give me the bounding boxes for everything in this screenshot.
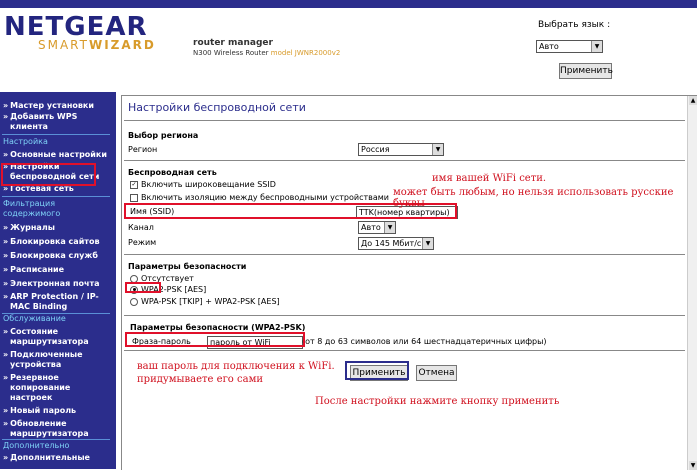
divider (2, 439, 110, 440)
sidebar-item-backup-cont1[interactable]: копирование (10, 383, 116, 392)
arrow-icon: » (3, 150, 9, 159)
arrow-icon: » (3, 237, 9, 246)
sidebar-section-advanced: Дополнительно (3, 441, 70, 450)
arrow-icon: » (3, 101, 9, 110)
sidebar-item-email[interactable]: » Электронная почта (3, 279, 111, 288)
divider (2, 134, 110, 135)
sidebar-item-new-password[interactable]: » Новый пароль (3, 406, 111, 415)
pass-note-line1: ваш пароль для подключения к WiFi. (137, 361, 335, 372)
arrow-icon: » (3, 350, 9, 359)
sidebar-item-router-status[interactable]: » Состояние (3, 327, 111, 336)
divider (2, 196, 110, 197)
region-select-value: Россия (361, 145, 390, 154)
wireless-section-label: Беспроводная сеть (128, 168, 217, 177)
divider (124, 350, 685, 351)
sidebar-item-add-wps-cont[interactable]: клиента (10, 122, 116, 131)
highlight-wpa2-radio (125, 282, 161, 293)
header: NETGEAR SMARTWIZARD router manager N300 … (0, 8, 697, 92)
arrow-icon: » (3, 406, 9, 415)
mode-select[interactable]: До 145 Мбит/с ▼ (358, 237, 434, 250)
ssid-note-line1: имя вашей WiFi сети. (432, 173, 547, 184)
sidebar-item-update-cont[interactable]: маршрутизатора (10, 429, 116, 438)
page-title: Настройки беспроводной сети (128, 101, 306, 114)
language-select-value: Авто (539, 42, 559, 51)
channel-select-value: Авто (361, 223, 381, 232)
sidebar-item-schedule[interactable]: » Расписание (3, 265, 111, 274)
sidebar-item-backup-cont2[interactable]: настроек (10, 393, 116, 402)
chevron-down-icon: ▼ (384, 222, 395, 233)
arrow-icon: » (3, 223, 9, 232)
sidebar-section-filter: Фильтрация (3, 199, 56, 208)
top-bar (0, 0, 697, 8)
sidebar-item-arp[interactable]: » ARP Protection / IP- (3, 292, 111, 301)
sidebar-item-block-services[interactable]: » Блокировка служб (3, 251, 111, 260)
highlight-sidebar-wireless (1, 163, 96, 186)
model-line: N300 Wireless Router model JWNR2000v2 (193, 49, 341, 57)
arrow-icon: » (3, 453, 9, 462)
highlight-passphrase (125, 332, 305, 347)
sidebar-item-backup[interactable]: » Резервное (3, 373, 111, 382)
sidebar-item-attached-devices-cont[interactable]: устройства (10, 360, 116, 369)
sidebar-item-arp-cont[interactable]: MAC Binding (10, 302, 116, 311)
sidebar-item-block-sites[interactable]: » Блокировка сайтов (3, 237, 111, 246)
wpa2-section-label: Параметры безопасности (WPA2-PSK) (130, 323, 306, 332)
cancel-button[interactable]: Отмена (416, 365, 457, 381)
arrow-icon: » (3, 292, 9, 301)
mode-label: Режим (128, 238, 157, 247)
chevron-down-icon: ▼ (422, 238, 433, 249)
sidebar-item-update[interactable]: » Обновление (3, 419, 111, 428)
pass-note-line2: придумываете его сами (137, 374, 264, 385)
channel-select[interactable]: Авто ▼ (358, 221, 396, 234)
language-label: Выбрать язык : (538, 20, 611, 30)
sidebar-section-filter-cont: содержимого (3, 209, 61, 218)
divider (124, 254, 685, 255)
sidebar-item-add-wps[interactable]: » Добавить WPS (3, 112, 111, 121)
region-label: Регион (128, 145, 158, 154)
arrow-icon: » (3, 279, 9, 288)
ssid-note-line2: может быть любым, но нельзя использовать… (393, 187, 674, 209)
highlight-apply-button (345, 361, 409, 380)
sidebar: » Мастер установки » Добавить WPS клиента … (0, 92, 116, 469)
arrow-icon: » (3, 251, 9, 260)
channel-label: Канал (128, 223, 154, 232)
passphrase-hint: (от 8 до 63 символов или 64 шестнадцатер… (302, 337, 547, 346)
router-manager-label: router manager (193, 38, 273, 48)
apply-language-button[interactable]: Применить (559, 63, 613, 79)
isolation-checkbox[interactable] (130, 193, 138, 202)
arrow-icon: » (3, 327, 9, 336)
sec-mixed-row[interactable]: WPA-PSK [TKIP] + WPA2-PSK [AES] (130, 297, 280, 306)
arrow-icon: » (3, 419, 9, 428)
arrow-icon: » (3, 265, 9, 274)
apply-note: После настройки нажмите кнопку применить (315, 396, 560, 407)
region-section-label: Выбор региона (128, 131, 199, 140)
scroll-up-icon[interactable]: ▲ (689, 96, 697, 105)
sidebar-section-maintenance: Обслуживание (3, 314, 66, 323)
main-panel: Настройки беспроводной сети Выбор регион… (121, 95, 697, 470)
smartwizard-logo: SMARTWIZARD (38, 38, 156, 52)
sidebar-item-attached-devices[interactable]: » Подключенные (3, 350, 111, 359)
sidebar-item-logs[interactable]: » Журналы (3, 223, 111, 232)
region-select[interactable]: Россия ▼ (358, 143, 444, 156)
ssid-broadcast-checkbox[interactable]: ✓ (130, 180, 138, 189)
scrollbar[interactable]: ▲ ▼ (687, 96, 697, 470)
divider (124, 315, 685, 316)
sidebar-item-setup-wizard[interactable]: » Мастер установки (3, 101, 111, 110)
sidebar-item-advanced[interactable]: » Дополнительные (3, 453, 111, 462)
divider (124, 160, 685, 161)
divider (124, 120, 685, 121)
chevron-down-icon: ▼ (591, 41, 602, 52)
mode-select-value: До 145 Мбит/с (361, 239, 422, 248)
isolation-row[interactable]: Включить изоляцию между беспроводными ус… (130, 193, 389, 202)
sidebar-section-settings: Настройка (3, 137, 48, 146)
ssid-broadcast-row[interactable]: ✓ Включить широковещание SSID (130, 180, 276, 189)
arrow-icon: » (3, 373, 9, 382)
sidebar-item-basic[interactable]: » Основные настройки (3, 150, 111, 159)
security-section-label: Параметры безопасности (128, 262, 247, 271)
sec-mixed-radio[interactable] (130, 297, 138, 306)
sidebar-item-router-status-cont[interactable]: маршрутизатора (10, 337, 116, 346)
arrow-icon: » (3, 112, 9, 121)
language-select[interactable]: Авто ▼ (536, 40, 603, 53)
chevron-down-icon: ▼ (432, 144, 443, 155)
